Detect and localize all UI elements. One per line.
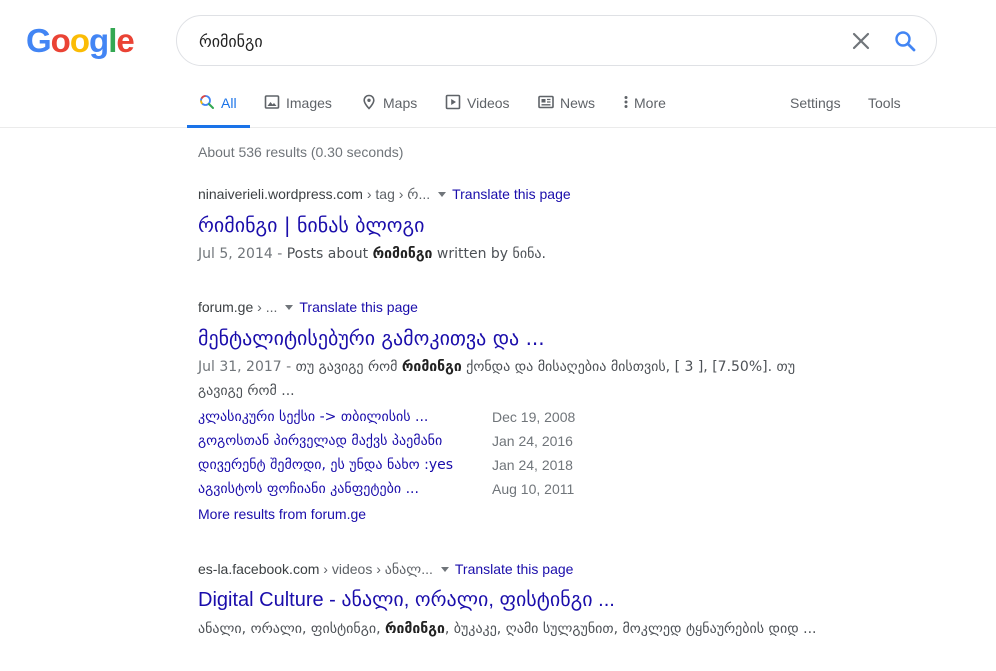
more-results-link[interactable]: More results from forum.ge [198, 506, 366, 522]
translate-link[interactable]: Translate this page [452, 186, 571, 202]
tab-label: All [221, 95, 237, 111]
result-snippet: Jul 5, 2014 - Posts about რიმინგი writte… [198, 242, 838, 266]
sitelink[interactable]: აგვისტოს ფოჩიანი კანფეტები ... [198, 481, 419, 497]
result-title[interactable]: მენტალიტისებური გამოკითვა და ... [198, 325, 818, 351]
sitelinks: კლასიკური სექსი -> თბილისის ... Dec 19, … [198, 406, 618, 502]
search-result: es-la.facebook.com › videos › ანალ... Tra… [198, 560, 838, 641]
tab-news[interactable]: News [538, 94, 595, 128]
tab-label: Images [286, 95, 332, 111]
snippet-text: თუ გავიგე რომ [295, 359, 402, 375]
tools-link[interactable]: Tools [868, 94, 901, 128]
clear-search-button[interactable] [849, 29, 873, 53]
translate-link[interactable]: Translate this page [299, 299, 418, 315]
search-box [176, 15, 937, 66]
tab-images[interactable]: Images [264, 94, 332, 128]
result-path: › tag › რ... [362, 186, 431, 202]
result-path: › ... [253, 299, 278, 315]
search-input[interactable] [199, 28, 799, 54]
sitelink-row: გოგოსთან პირველად მაქვს პაემანი Jan 24, … [198, 430, 618, 454]
close-icon [852, 32, 870, 50]
sitelink-date: Jan 24, 2018 [492, 457, 573, 473]
search-tabs: All Images Maps Videos News More Setting… [0, 86, 996, 128]
news-icon [538, 95, 554, 109]
tab-label: News [560, 95, 596, 111]
sitelink-date: Dec 19, 2008 [492, 409, 576, 425]
dropdown-arrow-icon[interactable] [440, 567, 449, 573]
result-date: Jul 5, 2014 - [198, 246, 287, 262]
dropdown-arrow-icon[interactable] [438, 192, 447, 198]
snippet-text: written by ნინა. [432, 246, 546, 262]
tab-all[interactable]: All [187, 94, 250, 128]
result-domain[interactable]: ninaiverieli.wordpress.com [198, 186, 363, 202]
result-stats: About 536 results (0.30 seconds) [198, 144, 404, 160]
google-logo[interactable]: Google [26, 22, 135, 60]
translate-link[interactable]: Translate this page [455, 561, 574, 577]
result-date: Jul 31, 2017 - [198, 359, 296, 375]
sitelink-row: კლასიკური სექსი -> თბილისის ... Dec 19, … [198, 406, 618, 430]
sitelink-row: დივერენტ შემოდი, ეს უნდა ნახო :yes Jan 2… [198, 454, 618, 478]
tab-videos[interactable]: Videos [445, 94, 510, 128]
result-snippet: ანალი, ორალი, ფისტინგი, რიმინგი, ბუკაკე,… [198, 617, 838, 641]
tab-maps[interactable]: Maps [361, 94, 417, 128]
snippet-highlight: რიმინგი [385, 621, 445, 637]
search-icon [200, 95, 214, 109]
snippet-text: ანალი, ორალი, ფისტინგი, [198, 621, 386, 637]
sitelink-date: Jan 24, 2016 [492, 433, 573, 449]
result-title[interactable]: Digital Culture - ანალი, ორალი, ფისტინგი… [198, 587, 838, 613]
result-domain[interactable]: es-la.facebook.com [198, 561, 319, 577]
snippet-highlight: რიმინგი [372, 246, 433, 262]
result-url: es-la.facebook.com › videos › ანალ... Tra… [198, 560, 838, 578]
sitelink-row: აგვისტოს ფოჩიანი კანფეტები ... Aug 10, 2… [198, 478, 618, 502]
snippet-text: Posts about [286, 246, 373, 262]
tab-label: Maps [383, 95, 418, 111]
more-vert-icon [624, 96, 628, 108]
settings-link[interactable]: Settings [790, 94, 841, 128]
sitelink[interactable]: გოგოსთან პირველად მაქვს პაემანი [198, 433, 442, 449]
map-pin-icon [363, 94, 375, 110]
tab-more[interactable]: More [622, 94, 666, 128]
snippet-text: , ბუკაკე, ღამი სულგუნით, მოკლედ ტყნაურებ… [444, 621, 817, 637]
result-url: ninaiverieli.wordpress.com › tag › რ... T… [198, 185, 838, 203]
result-path: › videos › ანალ... [319, 561, 433, 577]
result-title[interactable]: რიმინგი | ნინას ბლოგი [198, 212, 838, 238]
tab-label: More [634, 95, 666, 111]
search-result: ninaiverieli.wordpress.com › tag › რ... T… [198, 185, 838, 266]
sitelink[interactable]: დივერენტ შემოდი, ეს უნდა ნახო :yes [198, 457, 453, 473]
search-button[interactable] [893, 29, 917, 53]
result-snippet: Jul 31, 2017 - თუ გავიგე რომ რიმინგი ქონ… [198, 355, 818, 403]
dropdown-arrow-icon[interactable] [285, 305, 294, 311]
search-result: forum.ge › ... Translate this page მენტალ… [198, 298, 818, 403]
tab-label: Videos [467, 95, 510, 111]
search-icon [895, 31, 916, 52]
result-domain[interactable]: forum.ge [198, 299, 253, 315]
sitelink[interactable]: კლასიკური სექსი -> თბილისის ... [198, 409, 428, 425]
video-icon [445, 94, 461, 110]
sitelink-date: Aug 10, 2011 [492, 481, 575, 497]
snippet-highlight: რიმინგი [401, 359, 462, 375]
image-icon [264, 95, 280, 109]
result-url: forum.ge › ... Translate this page [198, 298, 818, 316]
